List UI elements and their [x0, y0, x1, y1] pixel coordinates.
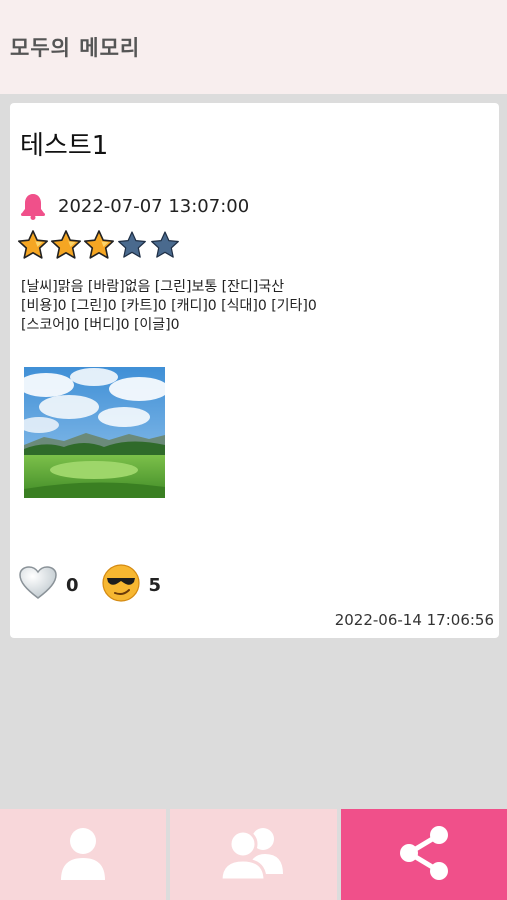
created-timestamp: 2022-06-14 17:06:56 — [334, 611, 494, 629]
alarm-row: 2022-07-07 13:07:00 — [20, 191, 249, 221]
bell-icon — [20, 192, 46, 220]
star-icon — [50, 230, 82, 259]
nav-share[interactable] — [340, 809, 507, 900]
nav-my-memory[interactable] — [0, 809, 167, 900]
star-empty-icon — [118, 231, 146, 258]
nav-shared-memory[interactable] — [170, 809, 337, 900]
memo-title: 테스트1 — [20, 131, 109, 161]
info-line-weather: [날씨]맑음 [바람]없음 [그린]보통 [잔디]국산 — [21, 279, 285, 295]
bottom-nav — [0, 809, 507, 900]
like-count: 0 — [66, 574, 79, 596]
info-line-score: [스코어]0 [버디]0 [이글]0 — [21, 317, 180, 333]
info-line-cost: [비용]0 [그린]0 [카트]0 [캐디]0 [식대]0 [기타]0 — [21, 298, 317, 314]
app-header: 모두의 메모리 — [0, 0, 507, 94]
app-title: 모두의 메모리 — [10, 36, 141, 60]
alarm-time: 2022-07-07 13:07:00 — [58, 195, 250, 217]
reaction-bar: 0 5 — [18, 563, 162, 607]
user-icon — [59, 824, 107, 886]
round-info: [날씨]맑음 [바람]없음 [그린]보통 [잔디]국산 [비용]0 [그린]0 … — [21, 278, 317, 335]
cool-count: 5 — [148, 574, 162, 596]
users-icon — [219, 824, 287, 886]
star-icon — [83, 230, 115, 259]
share-icon — [396, 824, 452, 886]
cool-emoji-icon[interactable] — [101, 563, 141, 607]
star-icon — [17, 230, 49, 259]
memo-card[interactable]: 테스트1 2022-07-07 13:07:00 [날씨]맑음 [바람]없음 [… — [10, 103, 499, 638]
rating-stars — [17, 229, 182, 261]
star-empty-icon — [151, 231, 179, 258]
golf-course-photo[interactable] — [24, 367, 165, 498]
heart-icon[interactable] — [18, 565, 58, 605]
